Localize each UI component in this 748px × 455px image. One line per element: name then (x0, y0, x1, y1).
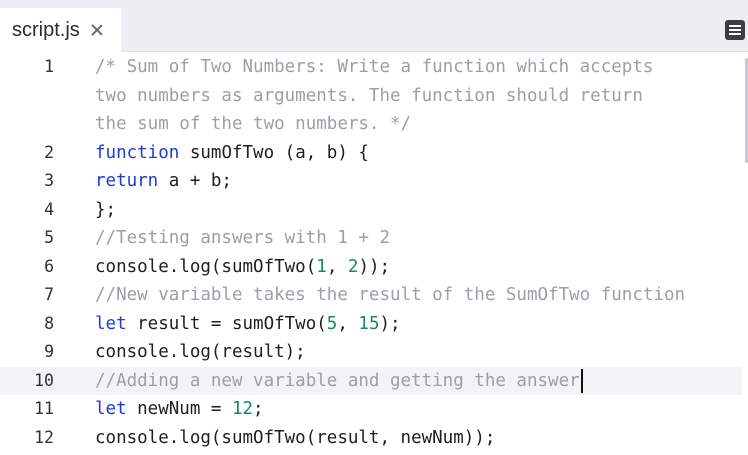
code-token-plain: result = sumOfTwo( (126, 313, 327, 334)
line-number: 12 (34, 427, 54, 447)
tab-bar: script.js (0, 0, 748, 52)
code-text: let result = sumOfTwo(5, 15); (95, 310, 401, 339)
line-number: 1 (44, 57, 54, 76)
line-number: 5 (44, 228, 54, 247)
code-line[interactable]: 2 function sumOfTwo (a, b) { (0, 139, 742, 168)
code-line[interactable]: 12 console.log(sumOfTwo(result, newNum)); (0, 424, 742, 453)
code-text: return a + b; (95, 167, 232, 196)
code-line[interactable]: 5 //Testing answers with 1 + 2 (0, 224, 742, 253)
code-text: let newNum = 12; (95, 395, 264, 424)
code-token-plain: newNum = (126, 399, 232, 419)
code-text: //Testing answers with 1 + 2 (95, 224, 390, 253)
hamburger-menu-icon[interactable] (725, 20, 745, 40)
code-editor[interactable]: 1 /* Sum of Two Numbers: Write a function… (0, 52, 748, 455)
tab-label: script.js (12, 19, 80, 41)
code-token-plain: console.log(result); (95, 342, 306, 362)
code-token-plain: )); (358, 256, 391, 277)
code-line[interactable]: 7 //New variable takes the result of the … (0, 281, 742, 310)
code-line[interactable]: 11 let newNum = 12; (0, 395, 742, 424)
code-token-comment: the sum of the two numbers. */ (95, 114, 412, 134)
tab-script-js[interactable]: script.js (0, 8, 121, 52)
code-token-number: 2 (347, 256, 359, 277)
line-number: 2 (44, 142, 54, 162)
code-token-plain: ; (253, 399, 264, 419)
code-token-number: 5 (326, 313, 338, 334)
line-number: 4 (44, 199, 54, 219)
code-line[interactable]: 1 /* Sum of Two Numbers: Write a function… (0, 53, 742, 82)
code-token-comment: //Adding a new variable and getting the … (95, 370, 580, 391)
code-line[interactable]: the sum of the two numbers. */ (0, 110, 742, 139)
code-token-keyword: let (95, 313, 127, 334)
code-token-plain: , (337, 313, 359, 334)
code-line[interactable]: two numbers as arguments. The function s… (0, 82, 742, 111)
code-text: console.log(sumOfTwo(result, newNum)); (95, 424, 495, 453)
code-line[interactable]: 3 return a + b; (0, 167, 742, 196)
code-token-number: 1 (316, 256, 327, 277)
code-token-comment: //Testing answers with 1 + 2 (95, 228, 391, 248)
code-token-plain: , (326, 256, 348, 277)
code-token-keyword: let (95, 399, 127, 419)
code-text: two numbers as arguments. The function s… (95, 82, 643, 111)
code-token-plain: ); (379, 313, 401, 334)
line-number: 7 (44, 285, 54, 304)
code-text: //Adding a new variable and getting the … (95, 367, 583, 396)
code-token-plain: }; (95, 199, 117, 220)
code-line[interactable]: 8 let result = sumOfTwo(5, 15); (0, 310, 742, 339)
code-token-plain: a + b; (158, 171, 232, 191)
code-text: the sum of the two numbers. */ (95, 110, 411, 139)
code-token-number: 12 (231, 399, 254, 419)
code-token-plain: console.log(sumOfTwo(result, newNum)); (95, 427, 496, 448)
line-number: 9 (44, 342, 54, 361)
text-cursor (580, 368, 583, 393)
code-line[interactable]: 4}; (0, 196, 742, 225)
code-text: console.log(result); (95, 338, 306, 367)
line-number: 10 (34, 370, 54, 390)
code-line[interactable]: 9 console.log(result); (0, 338, 742, 367)
code-text: //New variable takes the result of the S… (95, 281, 685, 310)
code-token-comment: two numbers as arguments. The function s… (95, 85, 643, 106)
line-number: 11 (34, 399, 54, 418)
code-line-active[interactable]: 10 //Adding a new variable and getting th… (0, 366, 742, 396)
code-text: }; (95, 196, 116, 225)
line-number: 3 (44, 171, 54, 190)
code-token-comment: //New variable takes the result of the S… (95, 285, 686, 305)
code-token-plain: sumOfTwo (a, b) { (179, 142, 369, 163)
code-line[interactable]: 6 console.log(sumOfTwo(1, 2)); (0, 253, 742, 282)
close-icon[interactable] (90, 23, 104, 37)
code-token-comment: /* Sum of Two Numbers: Write a function … (95, 57, 654, 77)
code-token-number: 15 (358, 313, 380, 334)
line-number: 8 (44, 313, 54, 333)
code-token-keyword: function (95, 142, 180, 163)
code-token-keyword: return (95, 171, 159, 191)
code-token-plain: console.log(sumOfTwo( (95, 256, 317, 277)
code-text: /* Sum of Two Numbers: Write a function … (95, 53, 653, 82)
code-text: function sumOfTwo (a, b) { (95, 139, 369, 168)
code-text: console.log(sumOfTwo(1, 2)); (95, 253, 390, 282)
line-number: 6 (44, 256, 54, 276)
